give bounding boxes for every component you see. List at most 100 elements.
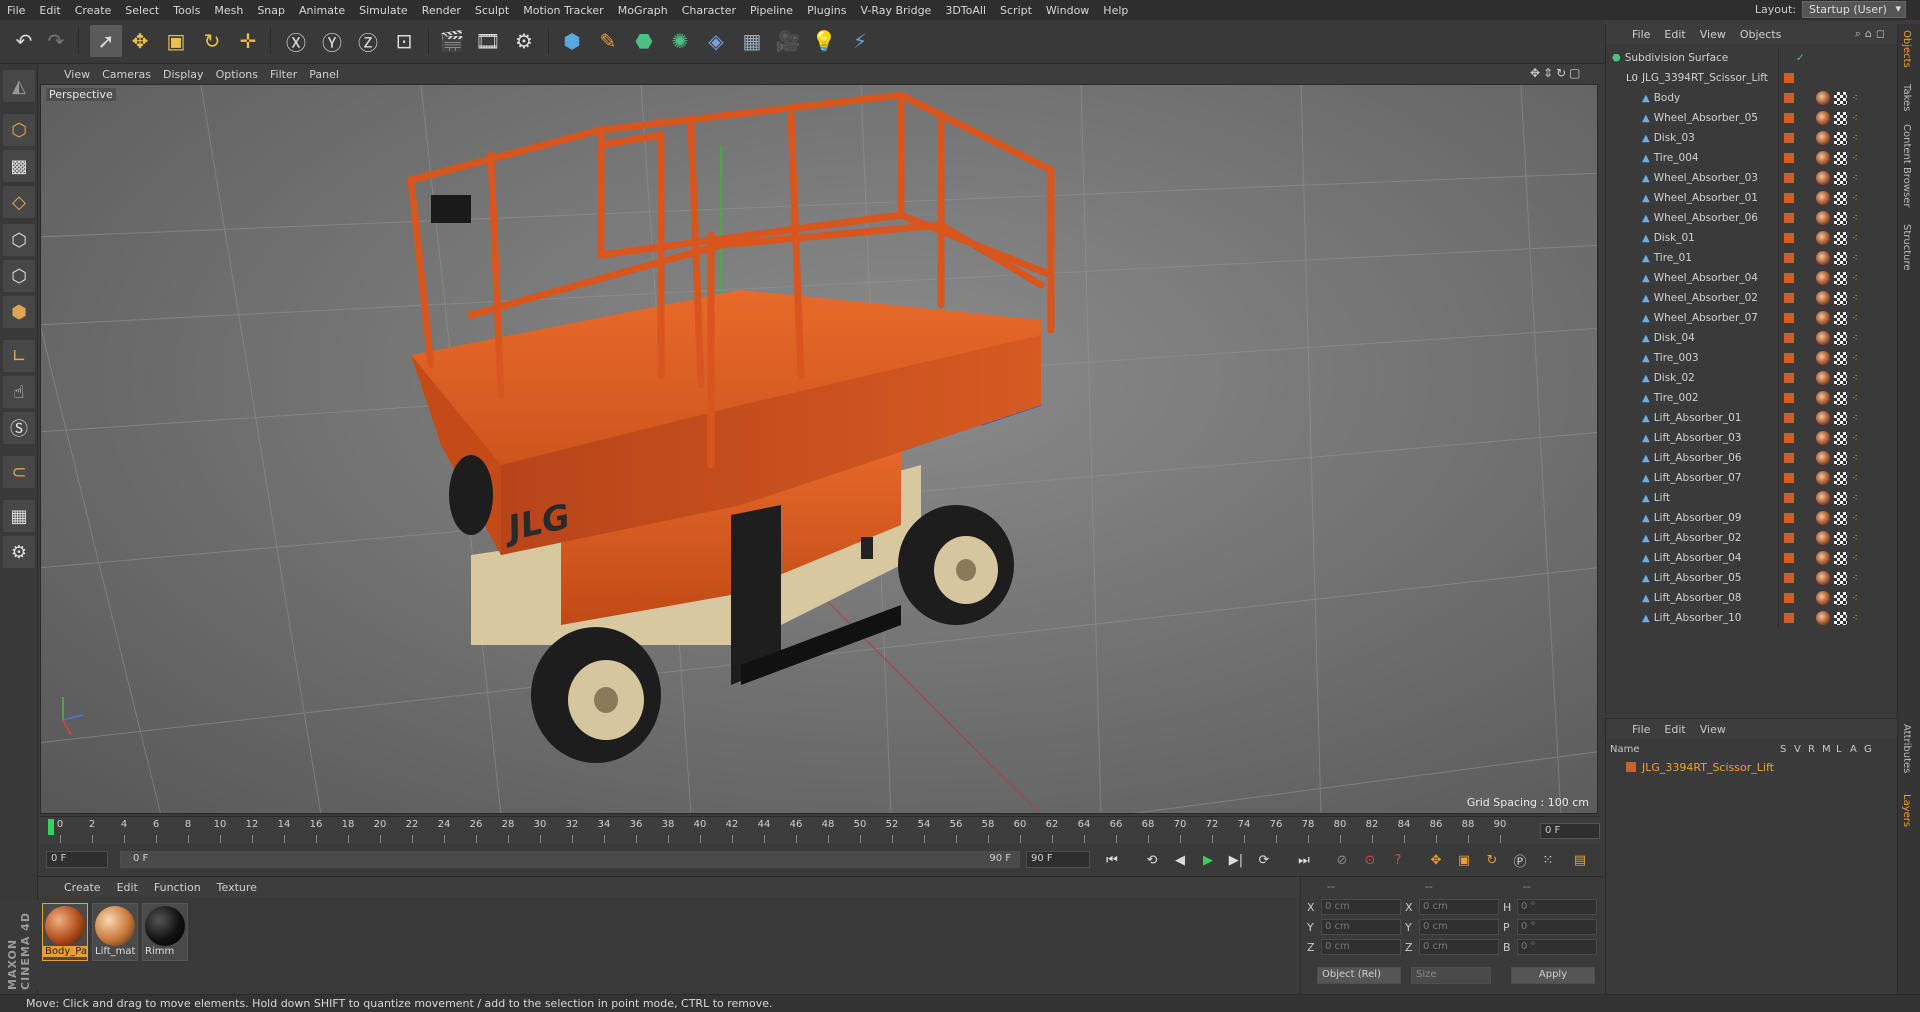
phong-tag-icon[interactable]: ⁖ xyxy=(1852,273,1858,284)
material-tag-icon[interactable] xyxy=(1816,171,1830,185)
layer-color-icon[interactable] xyxy=(1784,73,1794,83)
uvw-tag-icon[interactable] xyxy=(1834,531,1847,545)
texture-mode-icon[interactable]: ▩ xyxy=(3,150,35,182)
position-key-icon[interactable]: ✥ xyxy=(1424,849,1448,871)
live-select-icon[interactable]: ✛ xyxy=(232,25,264,57)
object-menu-edit[interactable]: Edit xyxy=(1664,28,1685,41)
end-frame-field[interactable]: 90 F xyxy=(1026,851,1090,868)
material-tag-icon[interactable] xyxy=(1816,251,1830,265)
layer-color-icon[interactable] xyxy=(1784,413,1794,423)
uvw-tag-icon[interactable] xyxy=(1834,311,1847,325)
layer-color-icon[interactable] xyxy=(1784,333,1794,343)
material-tag-icon[interactable] xyxy=(1816,151,1830,165)
layer-color-icon[interactable] xyxy=(1784,253,1794,263)
uvw-tag-icon[interactable] xyxy=(1834,91,1847,105)
layer-color-icon[interactable] xyxy=(1784,453,1794,463)
make-editable-icon[interactable]: ◭ xyxy=(3,70,35,102)
layer-color-icon[interactable] xyxy=(1784,93,1794,103)
viewport-menu-view[interactable]: View xyxy=(64,68,100,81)
phong-tag-icon[interactable]: ⁖ xyxy=(1852,413,1858,424)
phong-tag-icon[interactable]: ⁖ xyxy=(1852,233,1858,244)
rotation-key-icon[interactable]: ↻ xyxy=(1480,849,1504,871)
render-view-icon[interactable]: 🎬 xyxy=(436,25,468,57)
size-z-field[interactable]: 0 cm xyxy=(1419,939,1499,955)
viewport-menu-options[interactable]: Options xyxy=(216,68,268,81)
layer-color-icon[interactable] xyxy=(1784,613,1794,623)
uvw-tag-icon[interactable] xyxy=(1834,411,1847,425)
tab-takes[interactable]: Takes xyxy=(1901,84,1912,111)
uvw-tag-icon[interactable] xyxy=(1834,491,1847,505)
uvw-tag-icon[interactable] xyxy=(1834,211,1847,225)
cube-icon[interactable]: ⬢ xyxy=(556,25,588,57)
layer-name[interactable]: JLG_3394RT_Scissor_Lift xyxy=(1642,761,1774,774)
material-tag-icon[interactable] xyxy=(1816,391,1830,405)
phong-tag-icon[interactable]: ⁖ xyxy=(1852,113,1858,124)
layout-selector[interactable]: Layout: Startup (User) xyxy=(1755,1,1906,18)
camera-icon[interactable]: 🎥 xyxy=(772,25,804,57)
phong-tag-icon[interactable]: ⁖ xyxy=(1852,133,1858,144)
layer-color-icon[interactable] xyxy=(1784,313,1794,323)
material-tag-icon[interactable] xyxy=(1816,591,1830,605)
material-menu-create[interactable]: Create xyxy=(64,881,101,894)
menu-animate[interactable]: Animate xyxy=(292,4,352,17)
uvw-tag-icon[interactable] xyxy=(1834,611,1847,625)
rot-b-field[interactable]: 0 ° xyxy=(1517,939,1597,955)
object-row[interactable]: ▲ Lift ⁖ xyxy=(1606,488,1898,508)
menu-script[interactable]: Script xyxy=(993,4,1039,17)
undo-icon[interactable]: ↶ xyxy=(8,25,40,57)
go-to-end-icon[interactable]: ⏭ xyxy=(1292,849,1316,871)
layer-color-icon[interactable] xyxy=(1784,553,1794,563)
layer-color-icon[interactable] xyxy=(1784,513,1794,523)
material-tag-icon[interactable] xyxy=(1816,511,1830,525)
material-tag-icon[interactable] xyxy=(1816,351,1830,365)
material-tag-icon[interactable] xyxy=(1816,431,1830,445)
tab-objects[interactable]: Objects xyxy=(1901,30,1912,68)
layer-row[interactable]: JLG_3394RT_Scissor_Lift xyxy=(1610,759,1894,775)
edges-mode-icon[interactable]: ⬡ xyxy=(3,260,35,292)
menu-select[interactable]: Select xyxy=(118,4,166,17)
layer-menu-file[interactable]: File xyxy=(1632,723,1650,736)
workplane-icon[interactable]: ◇ xyxy=(3,186,35,218)
phong-tag-icon[interactable]: ⁖ xyxy=(1852,213,1858,224)
uvw-tag-icon[interactable] xyxy=(1834,331,1847,345)
phong-tag-icon[interactable]: ⁖ xyxy=(1852,333,1858,344)
layer-col-name[interactable]: Name xyxy=(1610,744,1780,755)
phong-tag-icon[interactable]: ⁖ xyxy=(1852,473,1858,484)
uvw-tag-icon[interactable] xyxy=(1834,591,1847,605)
material-tag-icon[interactable] xyxy=(1816,271,1830,285)
object-row[interactable]: ▲ Lift_Absorber_04 ⁖ xyxy=(1606,548,1898,568)
grid-lock-icon[interactable]: ▦ xyxy=(3,500,35,532)
floor-icon[interactable]: ▦ xyxy=(736,25,768,57)
menu-character[interactable]: Character xyxy=(675,4,743,17)
menu-create[interactable]: Create xyxy=(68,4,119,17)
object-row[interactable]: ▲ Disk_02 ⁖ xyxy=(1606,368,1898,388)
object-row[interactable]: ▲ Wheel_Absorber_06 ⁖ xyxy=(1606,208,1898,228)
layer-color-icon[interactable] xyxy=(1784,593,1794,603)
layer-color-icon[interactable] xyxy=(1784,293,1794,303)
uvw-tag-icon[interactable] xyxy=(1834,151,1847,165)
mograph-icon[interactable]: ✺ xyxy=(664,25,696,57)
object-row[interactable]: ▲ Lift_Absorber_02 ⁖ xyxy=(1606,528,1898,548)
autokey-icon[interactable]: ⊙ xyxy=(1358,849,1382,871)
model-mode-icon[interactable]: ⬡ xyxy=(3,114,35,146)
uvw-tag-icon[interactable] xyxy=(1834,231,1847,245)
object-row[interactable]: ▲ Lift_Absorber_01 ⁖ xyxy=(1606,408,1898,428)
material-tag-icon[interactable] xyxy=(1816,491,1830,505)
subdivision-icon[interactable]: ⬣ xyxy=(628,25,660,57)
phong-tag-icon[interactable]: ⁖ xyxy=(1852,313,1858,324)
phong-tag-icon[interactable]: ⁖ xyxy=(1852,253,1858,264)
tab-attributes[interactable]: Attributes xyxy=(1901,724,1912,773)
scale-key-icon[interactable]: ▣ xyxy=(1452,849,1476,871)
menu-help[interactable]: Help xyxy=(1096,4,1135,17)
points-mode-icon[interactable]: ⬡ xyxy=(3,224,35,256)
go-to-next-key-icon[interactable]: ⟳ xyxy=(1252,849,1276,871)
object-row[interactable]: ▲ Wheel_Absorber_05 ⁖ xyxy=(1606,108,1898,128)
size-mode-dropdown[interactable]: Size xyxy=(1411,967,1491,984)
object-row-root[interactable]: ⬣ Subdivision Surface ✓ xyxy=(1606,48,1898,68)
layer-color-icon[interactable] xyxy=(1784,473,1794,483)
phong-tag-icon[interactable]: ⁖ xyxy=(1852,513,1858,524)
object-row[interactable]: ▲ Lift_Absorber_07 ⁖ xyxy=(1606,468,1898,488)
timeline-menu-icon[interactable]: ▤ xyxy=(1568,849,1592,871)
object-row[interactable]: ▲ Disk_03 ⁖ xyxy=(1606,128,1898,148)
param-key-icon[interactable]: Ⓟ xyxy=(1508,849,1532,871)
